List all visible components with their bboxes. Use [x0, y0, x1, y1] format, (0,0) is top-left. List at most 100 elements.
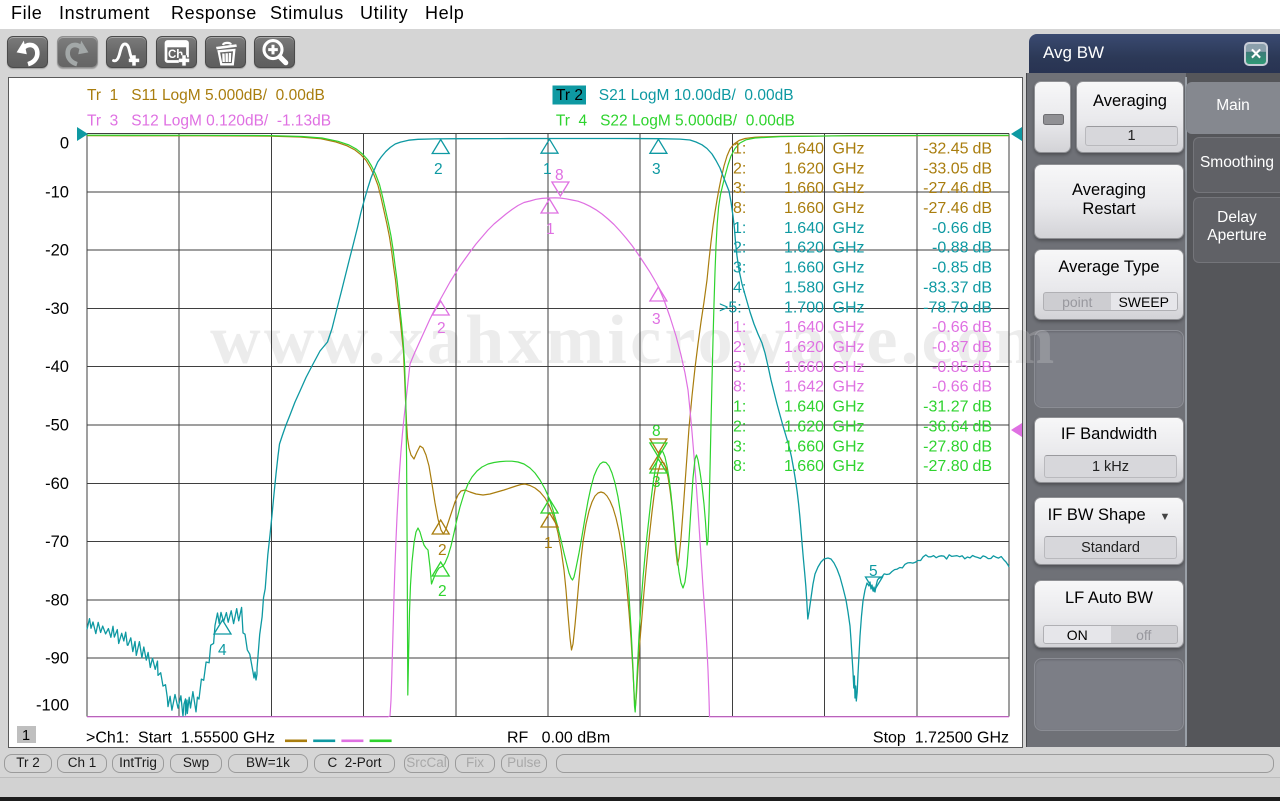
svg-text:8:: 8: [733, 379, 746, 396]
svg-text:-31.27: -31.27 [923, 399, 968, 416]
svg-text:1: 1 [544, 535, 553, 552]
svg-text:Tr 3 S12 LogM 0.120dB/ -1.: Tr 3 S12 LogM 0.120dB/ -1.13dB [87, 113, 331, 130]
svg-text:-90: -90 [45, 650, 69, 668]
svg-text:-32.45: -32.45 [923, 141, 968, 158]
svg-text:3:: 3: [733, 180, 746, 197]
svg-text:-0.66: -0.66 [932, 220, 969, 237]
svg-text:1: 1 [543, 161, 552, 178]
svg-text:2: 2 [437, 320, 446, 337]
svg-text:-80: -80 [45, 591, 69, 609]
svg-text:1.620: 1.620 [784, 418, 824, 435]
svg-text:-0.66: -0.66 [932, 319, 969, 336]
svg-text:8: 8 [652, 423, 661, 440]
svg-text:GHz: GHz [833, 418, 865, 435]
svg-text:-40: -40 [45, 358, 69, 376]
svg-text:-70: -70 [45, 533, 69, 551]
svg-text:-0.87: -0.87 [932, 339, 969, 356]
svg-text:dB: dB [973, 180, 993, 197]
svg-text:>5:: >5: [719, 299, 742, 316]
svg-text:1.640: 1.640 [784, 319, 824, 336]
svg-text:GHz: GHz [833, 438, 865, 455]
svg-text:2:: 2: [733, 339, 746, 356]
svg-text:GHz: GHz [833, 240, 865, 257]
svg-text:-27.80: -27.80 [923, 458, 968, 475]
svg-text:4:: 4: [733, 279, 746, 296]
svg-text:dB: dB [973, 319, 993, 336]
svg-text:-36.64: -36.64 [923, 418, 968, 435]
svg-text:-83.37: -83.37 [923, 279, 968, 296]
svg-text:RF 0.00 dBm: RF 0.00 dBm [507, 730, 610, 747]
svg-text:5: 5 [869, 563, 878, 580]
svg-text:Stop 1.72500 GHz: Stop 1.72500 GHz [873, 730, 1009, 747]
svg-text:1.700: 1.700 [784, 299, 824, 316]
svg-text:-0.66: -0.66 [932, 379, 969, 396]
svg-text:GHz: GHz [833, 200, 865, 217]
svg-text:1.620: 1.620 [784, 339, 824, 356]
svg-text:dB: dB [973, 418, 993, 435]
svg-text:3:: 3: [733, 260, 746, 277]
svg-text:GHz: GHz [833, 379, 865, 396]
svg-text:1.660: 1.660 [784, 180, 824, 197]
svg-text:GHz: GHz [833, 458, 865, 475]
svg-text:3: 3 [652, 311, 661, 328]
svg-text:-27.46: -27.46 [923, 200, 968, 217]
svg-text:-27.80: -27.80 [923, 438, 968, 455]
svg-text:-100: -100 [36, 697, 69, 715]
svg-text:1: 1 [546, 221, 555, 238]
svg-text:2: 2 [438, 542, 447, 559]
svg-text:1:: 1: [733, 399, 746, 416]
svg-text:dB: dB [973, 141, 993, 158]
svg-text:1.642: 1.642 [784, 379, 824, 396]
svg-text:-0.88: -0.88 [932, 240, 969, 257]
svg-text:dB: dB [973, 359, 993, 376]
svg-text:3:: 3: [733, 359, 746, 376]
svg-text:-20: -20 [45, 242, 69, 260]
svg-text:1.660: 1.660 [784, 260, 824, 277]
svg-text:GHz: GHz [833, 180, 865, 197]
svg-text:>Ch1: Start 1.55500 GHz: >Ch1: Start 1.55500 GHz [86, 730, 275, 747]
svg-text:1:: 1: [733, 319, 746, 336]
svg-text:2:: 2: [733, 418, 746, 435]
svg-text:2:: 2: [733, 240, 746, 257]
svg-text:Tr 4 S22 LogM 5.000dB/ 0.0: Tr 4 S22 LogM 5.000dB/ 0.00dB [556, 113, 795, 130]
svg-text:-0.85: -0.85 [932, 260, 969, 277]
svg-text:-0.85: -0.85 [932, 359, 969, 376]
svg-text:0: 0 [60, 135, 69, 153]
svg-text:dB: dB [973, 260, 993, 277]
svg-text:dB: dB [973, 379, 993, 396]
svg-text:1:: 1: [733, 220, 746, 237]
svg-text:1.660: 1.660 [784, 458, 824, 475]
svg-text:2: 2 [438, 583, 447, 600]
svg-text:dB: dB [973, 399, 993, 416]
svg-text:GHz: GHz [833, 160, 865, 177]
svg-text:-30: -30 [45, 300, 69, 318]
svg-text:-27.46: -27.46 [923, 180, 968, 197]
svg-text:dB: dB [973, 200, 993, 217]
svg-text:-33.05: -33.05 [923, 160, 968, 177]
svg-text:dB: dB [973, 299, 993, 316]
svg-text:S21 LogM 10.00dB/ 0.00dB: S21 LogM 10.00dB/ 0.00dB [599, 87, 794, 104]
svg-text:GHz: GHz [833, 279, 865, 296]
svg-text:dB: dB [973, 160, 993, 177]
svg-text:2: 2 [434, 161, 443, 178]
svg-text:dB: dB [973, 220, 993, 237]
svg-text:-78.79: -78.79 [923, 299, 968, 316]
svg-text:8: 8 [555, 167, 564, 184]
svg-text:GHz: GHz [833, 299, 865, 316]
svg-text:1.640: 1.640 [784, 141, 824, 158]
svg-text:GHz: GHz [833, 220, 865, 237]
svg-text:1.640: 1.640 [784, 220, 824, 237]
svg-text:1.640: 1.640 [784, 399, 824, 416]
svg-text:GHz: GHz [833, 339, 865, 356]
svg-text:1.660: 1.660 [784, 359, 824, 376]
svg-text:1:: 1: [733, 141, 746, 158]
svg-text:GHz: GHz [833, 260, 865, 277]
svg-text:dB: dB [973, 240, 993, 257]
svg-text:GHz: GHz [833, 399, 865, 416]
svg-text:-50: -50 [45, 417, 69, 435]
svg-text:1: 1 [22, 728, 30, 744]
svg-text:dB: dB [973, 438, 993, 455]
svg-text:8:: 8: [733, 458, 746, 475]
svg-text:GHz: GHz [833, 319, 865, 336]
svg-text:3:: 3: [733, 438, 746, 455]
